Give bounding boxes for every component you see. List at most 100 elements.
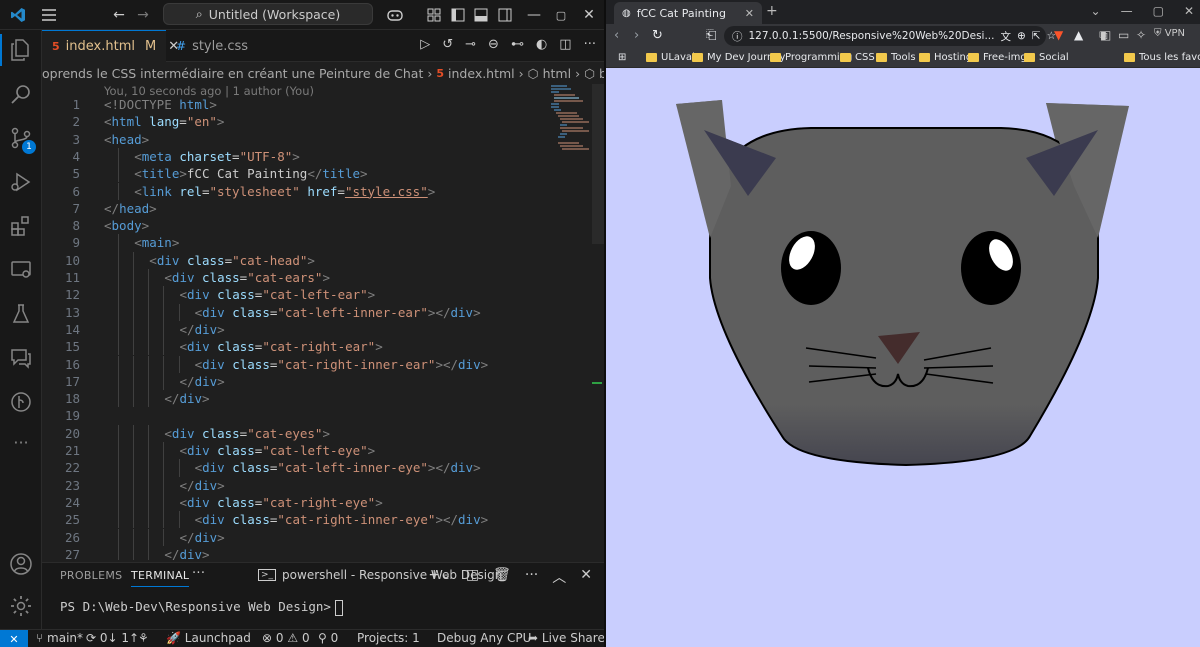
code-line[interactable]: 24 <div class="cat-right-eye">	[42, 493, 552, 512]
code-line[interactable]: 7 </head>	[42, 200, 552, 217]
bookmark-folder[interactable]: CSS	[840, 52, 875, 63]
code-line[interactable]: 17 </div>	[42, 372, 552, 391]
code-line[interactable]: 25 <div class="cat-right-inner-eye"></div…	[42, 511, 552, 529]
code-line[interactable]: 11 <div class="cat-ears">	[42, 269, 552, 287]
command-center[interactable]: ⌕ Untitled (Workspace)	[163, 3, 373, 25]
code-line[interactable]: 9 <main>	[42, 234, 552, 252]
debug-status[interactable]: Debug Any CPU	[437, 631, 531, 645]
code-line[interactable]: 3 <head>	[42, 131, 552, 148]
close-window-icon[interactable]: ✕	[580, 5, 598, 25]
leo-ai-icon[interactable]: ✧	[1136, 28, 1146, 42]
code-line[interactable]: 23 </div>	[42, 476, 552, 494]
launchpad-status[interactable]: 🚀 Launchpad	[166, 631, 251, 645]
ports-status[interactable]: ⚲ 0	[318, 631, 338, 645]
breadcrumb-html[interactable]: html	[543, 66, 571, 81]
maximize-panel-icon[interactable]: ︿	[552, 567, 566, 587]
tab-terminal[interactable]: TERMINAL	[131, 569, 190, 587]
code-line[interactable]: 10 <div class="cat-head">	[42, 251, 552, 269]
more-icon[interactable]: ···	[525, 567, 538, 587]
brave-shield-icon[interactable]: ▼	[1054, 28, 1063, 42]
apps-grid-icon[interactable]: ⊞	[618, 52, 626, 63]
back-icon[interactable]: ‹	[614, 28, 619, 43]
close-tab-icon[interactable]: ✕	[745, 7, 754, 20]
branch-status[interactable]: ⑂ main*	[36, 631, 83, 645]
next-change-icon[interactable]: ⊷	[511, 37, 524, 52]
panel-more-icon[interactable]: ···	[192, 566, 205, 581]
maximize-icon[interactable]: ▢	[552, 5, 570, 25]
close-panel-icon[interactable]: ✕	[580, 567, 592, 587]
remote-explorer-icon[interactable]	[0, 250, 42, 290]
live-share-status[interactable]: ➦ Live Share	[528, 631, 605, 645]
address-bar[interactable]: ⓘ 127.0.0.1:5500/Responsive%20Web%20Desi…	[724, 26, 1056, 46]
code-editor[interactable]: 1 <!DOCTYPE html> 2 <html lang="en"> 3 <head>…	[42, 96, 552, 560]
editor-scrollbar[interactable]	[592, 84, 604, 244]
forward-arrow-icon[interactable]: →	[134, 5, 152, 25]
source-control-icon[interactable]: 1	[0, 118, 42, 158]
code-line[interactable]: 20 <div class="cat-eyes">	[42, 424, 552, 442]
tab-index-html[interactable]: 5 index.html M ✕	[42, 30, 179, 62]
tab-style-css[interactable]: # style.css	[166, 30, 276, 62]
split-terminal-icon[interactable]: ◫	[466, 567, 479, 587]
code-line[interactable]: 5 <title>fCC Cat Painting</title>	[42, 165, 552, 183]
settings-gear-icon[interactable]	[0, 586, 42, 626]
all-bookmarks[interactable]: Tous les favoris	[1124, 52, 1200, 63]
git-commit-icon[interactable]: ⊖	[488, 37, 499, 52]
code-line[interactable]: 6 <link rel="stylesheet" href="style.css"…	[42, 182, 552, 200]
vpn-button[interactable]: ⛨ VPN	[1154, 28, 1185, 39]
remote-indicator-icon[interactable]: ✕	[0, 630, 28, 647]
minimap[interactable]	[545, 84, 593, 154]
sync-status[interactable]: ⟳ 0↓ 1↑	[86, 631, 139, 645]
extensions-icon[interactable]	[0, 206, 42, 246]
code-line[interactable]: 21 <div class="cat-left-eye">	[42, 442, 552, 460]
testing-icon[interactable]	[0, 294, 42, 334]
account-icon[interactable]	[0, 544, 42, 584]
new-terminal-icon[interactable]: +⌄	[428, 567, 451, 587]
timeline-icon[interactable]: ↺	[442, 37, 453, 52]
git-graph-status-icon[interactable]: ⚘	[138, 631, 149, 645]
close-window-icon[interactable]: ✕	[1184, 4, 1194, 18]
open-changes-icon[interactable]: ◐	[536, 37, 547, 52]
browser-tab[interactable]: ◍ fCC Cat Painting ✕	[614, 2, 762, 24]
bookmark-folder[interactable]: Hosting	[919, 52, 972, 63]
bookmark-folder[interactable]: Tools	[876, 52, 916, 63]
code-line[interactable]: 1 <!DOCTYPE html>	[42, 96, 552, 113]
minimize-icon[interactable]: —	[1121, 4, 1133, 18]
minimize-icon[interactable]: —	[525, 5, 543, 25]
problems-status[interactable]: ⊗ 0 ⚠ 0	[262, 631, 310, 645]
bookmark-folder[interactable]: Social	[1024, 52, 1069, 63]
breadcrumb-file[interactable]: index.html	[448, 66, 515, 81]
sidebar-icon[interactable]: ◧	[1100, 28, 1111, 42]
code-line[interactable]: 14 </div>	[42, 320, 552, 339]
code-line[interactable]: 15 <div class="cat-right-ear">	[42, 338, 552, 356]
zoom-icon[interactable]: ⊕	[1017, 30, 1026, 42]
toggle-sidebar-icon[interactable]	[449, 5, 467, 25]
more-icon[interactable]: ···	[0, 422, 42, 462]
code-line[interactable]: 16 <div class="cat-right-inner-ear"></div…	[42, 355, 552, 373]
bookmark-folder[interactable]: Free-img	[968, 52, 1027, 63]
run-debug-icon[interactable]	[0, 162, 42, 202]
explorer-icon[interactable]	[0, 30, 42, 70]
search-icon[interactable]	[0, 74, 42, 114]
bookmark-icon[interactable]: ⎗	[706, 28, 716, 43]
code-line[interactable]: 22 <div class="cat-left-inner-eye"></div>	[42, 459, 552, 477]
translate-icon[interactable]: 文	[1000, 29, 1011, 44]
code-line[interactable]: 26 </div>	[42, 528, 552, 546]
maximize-icon[interactable]: ▢	[1153, 4, 1164, 18]
tab-problems[interactable]: PROBLEMS	[60, 569, 122, 582]
split-editor-icon[interactable]: ◫	[559, 37, 571, 52]
share-icon[interactable]: ⇱	[1032, 30, 1041, 42]
reload-icon[interactable]: ↻	[652, 28, 663, 43]
code-line[interactable]: 19	[42, 407, 552, 424]
projects-status[interactable]: Projects: 1	[357, 631, 420, 645]
code-line[interactable]: 18 </div>	[42, 390, 552, 408]
tab-search-icon[interactable]: ⌄	[1091, 4, 1101, 18]
git-graph-icon[interactable]	[0, 382, 42, 422]
forward-icon[interactable]: ›	[634, 28, 639, 43]
terminal-prompt[interactable]: PS D:\Web-Dev\Responsive Web Design>	[60, 599, 343, 616]
copilot-icon[interactable]	[383, 5, 407, 25]
breadcrumb-project[interactable]: oprends le CSS intermédiaire en créant u…	[42, 66, 423, 81]
new-tab-icon[interactable]: +	[766, 3, 778, 19]
code-line[interactable]: 12 <div class="cat-left-ear">	[42, 286, 552, 304]
code-line[interactable]: 2 <html lang="en">	[42, 113, 552, 130]
code-line[interactable]: 4 <meta charset="UTF-8">	[42, 147, 552, 166]
